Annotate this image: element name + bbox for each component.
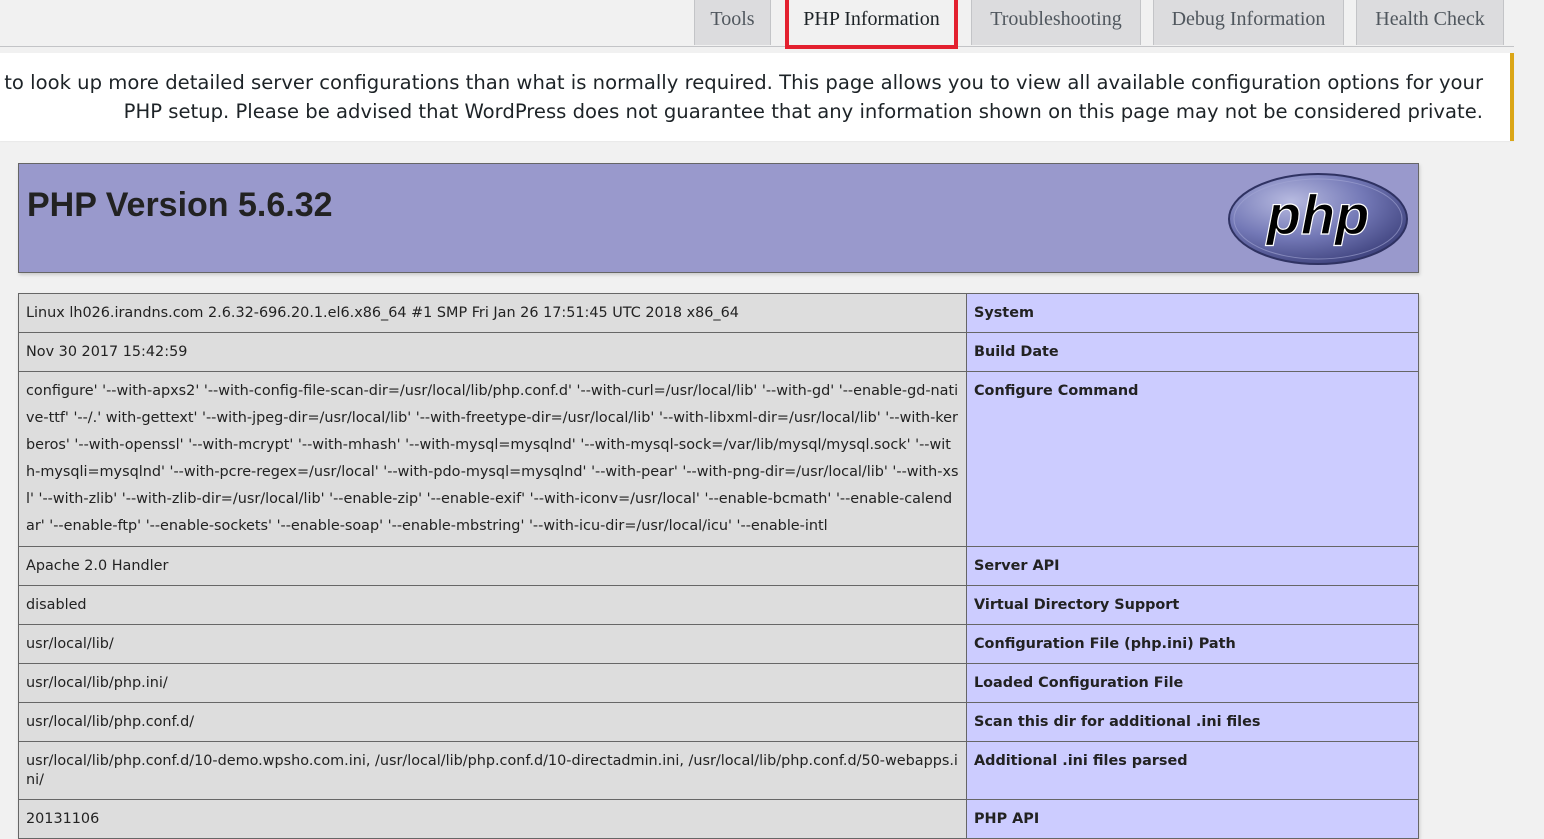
- tab-bar: Tools PHP Information Troubleshooting De…: [0, 0, 1514, 49]
- row-value: disabled: [18, 585, 967, 625]
- notice-line-2: .PHP setup. Please be advised that WordP…: [123, 100, 1483, 123]
- table-row: Apache 2.0 Handler Server API: [18, 546, 1419, 586]
- tab-debug-information[interactable]: Debug Information: [1153, 0, 1344, 45]
- row-key: PHP API: [966, 799, 1419, 839]
- row-value: usr/local/lib/: [18, 624, 967, 664]
- tab-troubleshooting[interactable]: Troubleshooting: [971, 0, 1141, 45]
- row-value: usr/local/lib/php.conf.d/10-demo.wpsho.c…: [18, 741, 967, 800]
- table-row: usr/local/lib/php.ini/ Loaded Configurat…: [18, 663, 1419, 703]
- row-key: Build Date: [966, 332, 1419, 372]
- tab-tools[interactable]: Tools: [694, 0, 771, 45]
- table-row: usr/local/lib/php.conf.d/ Scan this dir …: [18, 702, 1419, 742]
- php-version-header: PHP Version 5.6.32 php: [18, 163, 1419, 273]
- row-value: usr/local/lib/php.conf.d/: [18, 702, 967, 742]
- php-version-title: PHP Version 5.6.32: [27, 186, 333, 224]
- row-key: Virtual Directory Support: [966, 585, 1419, 625]
- tab-health-check[interactable]: Health Check: [1356, 0, 1504, 45]
- php-logo-text: php: [1265, 183, 1370, 246]
- table-row: configure' '--with-apxs2' '--with-config…: [18, 371, 1419, 547]
- row-value: Apache 2.0 Handler: [18, 546, 967, 586]
- row-value: Linux lh026.irandns.com 2.6.32-696.20.1.…: [18, 293, 967, 333]
- table-row: Linux lh026.irandns.com 2.6.32-696.20.1.…: [18, 293, 1419, 333]
- php-logo-icon: php: [1228, 173, 1408, 265]
- table-row: usr/local/lib/ Configuration File (php.i…: [18, 624, 1419, 664]
- phpinfo-notice: scenarios require you to look up more de…: [0, 53, 1514, 141]
- row-key: System: [966, 293, 1419, 333]
- row-value: usr/local/lib/php.ini/: [18, 663, 967, 703]
- phpinfo-table: Linux lh026.irandns.com 2.6.32-696.20.1.…: [18, 293, 1419, 839]
- row-key: Configuration File (php.ini) Path: [966, 624, 1419, 664]
- row-key: Server API: [966, 546, 1419, 586]
- row-key: Scan this dir for additional .ini files: [966, 702, 1419, 742]
- notice-line-1: scenarios require you to look up more de…: [0, 71, 1483, 94]
- row-key: Configure Command: [966, 371, 1419, 547]
- tab-php-information[interactable]: PHP Information: [785, 0, 958, 47]
- row-key: Loaded Configuration File: [966, 663, 1419, 703]
- table-row: Nov 30 2017 15:42:59 Build Date: [18, 332, 1419, 372]
- table-row: 20131106 PHP API: [18, 799, 1419, 839]
- row-value: Nov 30 2017 15:42:59: [18, 332, 967, 372]
- table-row: usr/local/lib/php.conf.d/10-demo.wpsho.c…: [18, 741, 1419, 800]
- row-value: 20131106: [18, 799, 967, 839]
- row-key: Additional .ini files parsed: [966, 741, 1419, 800]
- row-value: configure' '--with-apxs2' '--with-config…: [18, 371, 967, 547]
- table-row: disabled Virtual Directory Support: [18, 585, 1419, 625]
